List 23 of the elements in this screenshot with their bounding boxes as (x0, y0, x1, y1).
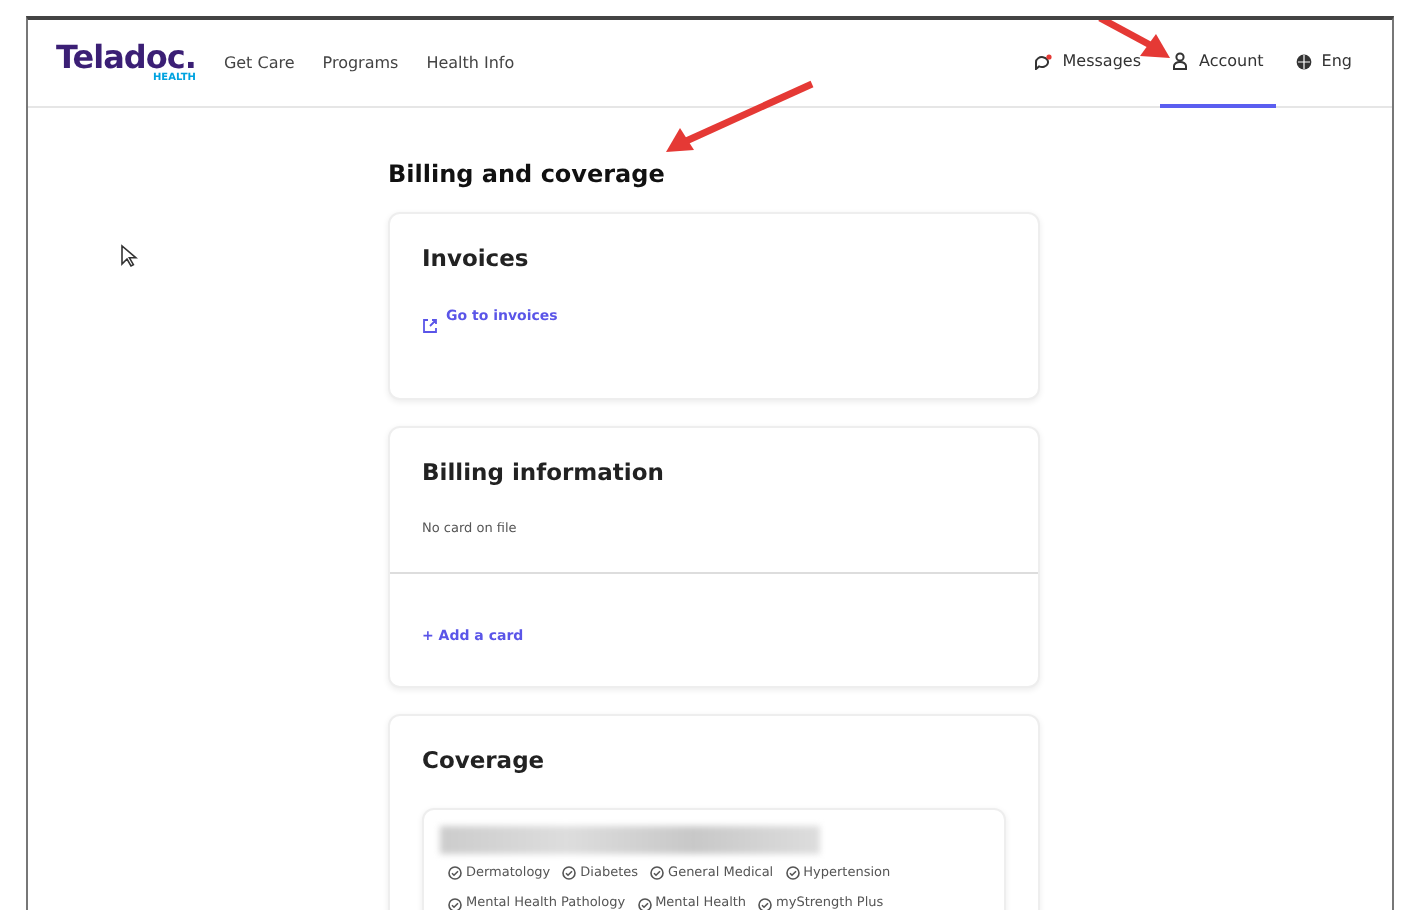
mouse-pointer-icon (120, 244, 138, 268)
check-circle-icon (448, 865, 462, 880)
nav-tab[interactable]: Eng (1283, 20, 1364, 107)
nav-link[interactable]: Programs (322, 51, 399, 75)
nav-link[interactable]: Get Care (223, 51, 295, 75)
page-title: Billing and coverage (388, 160, 665, 189)
check-circle-icon (650, 865, 665, 880)
logo[interactable]: Teladoc. (56, 42, 196, 74)
card-title: Billing information (422, 460, 666, 488)
person-icon (1172, 52, 1189, 70)
card-title: Coverage (422, 747, 547, 776)
check-circle-icon (637, 897, 652, 910)
nav-tab[interactable]: Account (1160, 20, 1276, 107)
chat-bubbles-icon (1034, 53, 1053, 69)
globe-icon (1295, 53, 1312, 69)
check-circle-icon (758, 897, 773, 910)
external-link-icon (422, 318, 438, 335)
check-circle-icon (448, 897, 462, 910)
nav-link[interactable]: Health Info (426, 51, 515, 75)
card-title: Invoices (422, 246, 531, 275)
nav-tab[interactable]: Messages (1022, 20, 1153, 107)
check-circle-icon (562, 865, 577, 880)
check-circle-icon (785, 865, 800, 880)
